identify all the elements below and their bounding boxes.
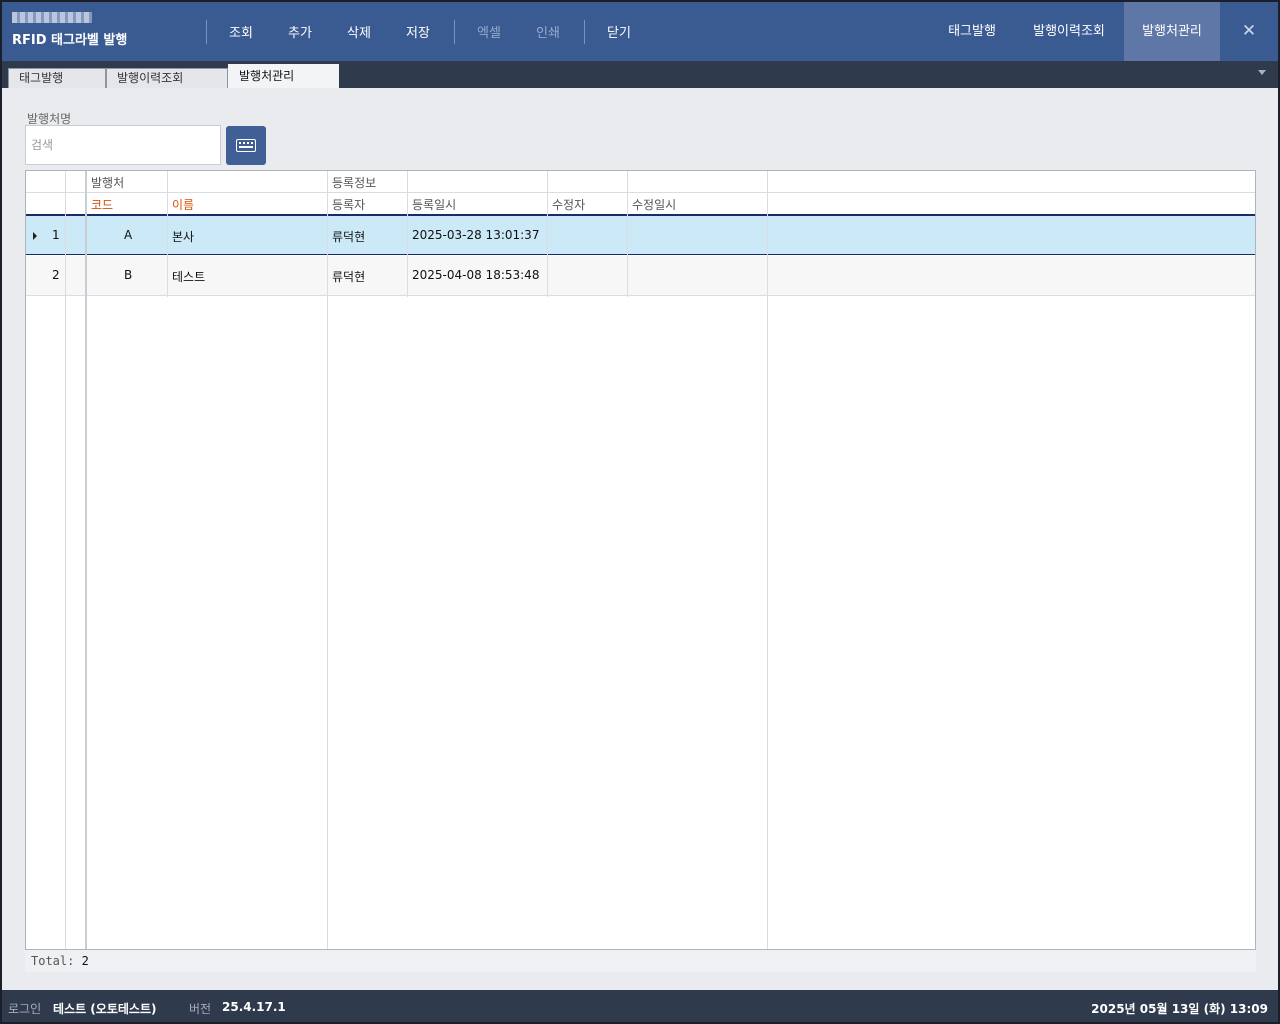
toolbar-separator xyxy=(454,20,455,44)
current-datetime: 2025년 05월 13일 (화) 13:09 xyxy=(1091,1002,1268,1016)
grid-summary: Total: 2 xyxy=(25,950,1256,972)
column-divider xyxy=(767,171,768,949)
cell-code[interactable]: A xyxy=(124,228,132,242)
brand: RFID 태그라벨 발행 xyxy=(12,12,127,48)
status-bar: 로그인 테스트 (오토테스트) 버전 25.4.17.1 2025년 05월 1… xyxy=(2,990,1278,1022)
column-header-code[interactable]: 코드 xyxy=(86,196,113,213)
column-divider xyxy=(407,171,408,297)
keyboard-icon xyxy=(236,139,256,152)
summary-label: Total: xyxy=(31,954,75,968)
table-row[interactable]: 1 A 본사 류덕현 2025-03-28 13:01:37 xyxy=(26,215,1255,255)
cell-reg-user[interactable]: 류덕현 xyxy=(332,268,365,285)
virtual-keyboard-button[interactable] xyxy=(226,126,266,165)
nav-issuer-management[interactable]: 발행처관리 xyxy=(1124,2,1220,61)
column-header-reg-user[interactable]: 등록자 xyxy=(327,196,365,213)
column-divider xyxy=(327,171,328,949)
chevron-down-icon[interactable] xyxy=(1258,70,1266,75)
cell-reg-user[interactable]: 류덕현 xyxy=(332,228,365,245)
toolbar-separator xyxy=(584,20,585,44)
cell-code[interactable]: B xyxy=(124,268,132,282)
version-label: 버전 xyxy=(189,1002,212,1016)
delete-button[interactable]: 삭제 xyxy=(347,22,371,41)
app-window: RFID 태그라벨 발행 조회 추가 삭제 저장 엑셀 인쇄 닫기 태그발행 발… xyxy=(2,2,1278,1022)
column-header-reg-date[interactable]: 등록일시 xyxy=(407,196,456,213)
row-indicator-icon xyxy=(33,232,37,240)
table-row[interactable]: 2 B 테스트 류덕현 2025-04-08 18:53:48 xyxy=(26,256,1255,296)
cell-name[interactable]: 테스트 xyxy=(172,268,205,285)
column-divider xyxy=(65,171,66,949)
version-value: 25.4.17.1 xyxy=(222,1000,286,1014)
print-button: 인쇄 xyxy=(536,26,560,41)
row-number: 2 xyxy=(52,268,60,282)
nav-tag-issue[interactable]: 태그발행 xyxy=(930,2,1014,61)
issuer-grid: 발행처 등록정보 코드 이름 등록자 등록일시 수정자 수정일시 1 A 본사 … xyxy=(25,170,1256,950)
column-header-name[interactable]: 이름 xyxy=(167,196,194,213)
column-divider xyxy=(627,171,628,297)
save-button[interactable]: 저장 xyxy=(406,22,430,41)
add-button[interactable]: 추가 xyxy=(288,22,312,41)
document-tabs: 태그발행 발행이력조회 발행처관리 xyxy=(2,61,1278,88)
company-logo xyxy=(12,12,92,23)
band-header-registration: 등록정보 xyxy=(332,176,377,190)
column-header-mod-user[interactable]: 수정자 xyxy=(547,196,585,213)
app-header: RFID 태그라벨 발행 조회 추가 삭제 저장 엑셀 인쇄 닫기 태그발행 발… xyxy=(2,2,1278,61)
cell-reg-date[interactable]: 2025-04-08 18:53:48 xyxy=(412,268,539,282)
summary-count: 2 xyxy=(81,954,89,968)
query-button[interactable]: 조회 xyxy=(229,22,253,41)
tab-issue-history[interactable]: 발행이력조회 xyxy=(106,68,228,88)
cell-reg-date[interactable]: 2025-03-28 13:01:37 xyxy=(412,228,539,242)
column-divider xyxy=(547,171,548,297)
tab-tag-issue[interactable]: 태그발행 xyxy=(8,68,106,88)
main-content: 발행처명 발행처 등록정보 코드 이름 등록자 등록일시 수정자 수정일시 xyxy=(8,88,1276,990)
band-header-issuer: 발행처 xyxy=(91,176,125,190)
column-header-mod-date[interactable]: 수정일시 xyxy=(627,196,676,213)
app-title: RFID 태그라벨 발행 xyxy=(12,33,128,48)
login-value: 테스트 (오토테스트) xyxy=(53,1002,157,1016)
tab-issuer-management[interactable]: 발행처관리 xyxy=(228,64,339,88)
nav-issue-history[interactable]: 발행이력조회 xyxy=(1014,2,1124,61)
toolbar-separator xyxy=(206,20,207,44)
login-label: 로그인 xyxy=(8,1002,42,1016)
header-divider xyxy=(26,192,1255,193)
issuer-search-input[interactable] xyxy=(25,125,221,165)
excel-button: 엑셀 xyxy=(477,26,501,41)
close-icon[interactable]: ✕ xyxy=(1238,20,1260,42)
close-screen-button[interactable]: 닫기 xyxy=(607,22,631,41)
column-divider xyxy=(167,171,168,297)
column-divider xyxy=(85,171,87,949)
cell-name[interactable]: 본사 xyxy=(172,228,194,245)
row-number: 1 xyxy=(52,228,60,242)
